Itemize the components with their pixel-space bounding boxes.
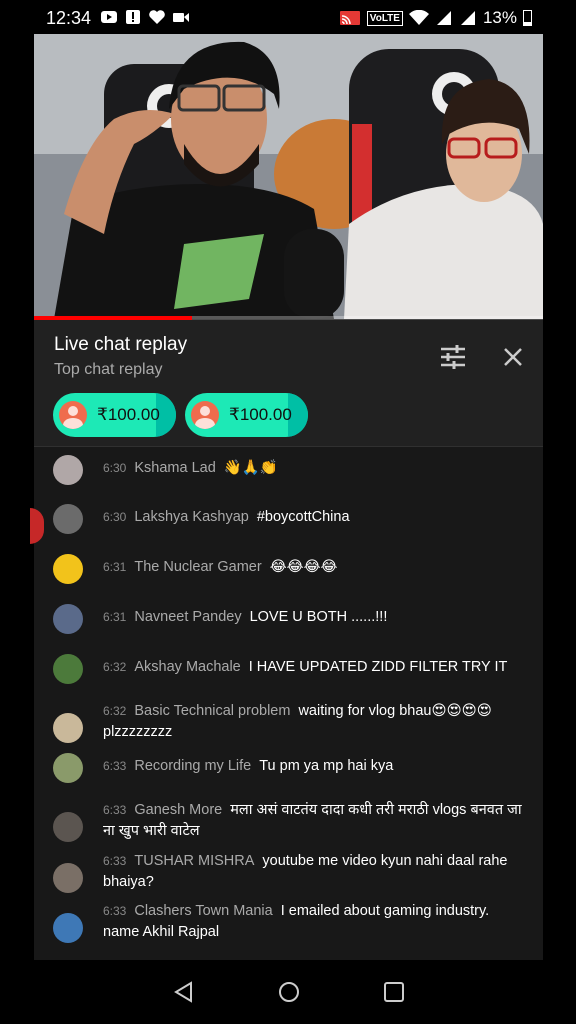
avatar[interactable] (53, 913, 83, 943)
wifi-icon (408, 10, 429, 25)
notification-icons (100, 9, 190, 25)
alert-icon (126, 10, 140, 24)
message-author[interactable]: Ganesh More (134, 802, 222, 818)
recents-icon[interactable] (382, 980, 406, 1004)
message-author[interactable]: TUSHAR MISHRA (134, 853, 254, 869)
avatar[interactable] (53, 753, 83, 783)
video-player[interactable] (34, 34, 543, 319)
system-nav-bar (0, 960, 576, 1024)
avatar[interactable] (53, 554, 83, 584)
message-body: 😂😂😂😂 (269, 559, 338, 575)
super-chat-amount: ₹100.00 (229, 405, 292, 424)
message-time: 6:31 (103, 560, 127, 574)
avatar (191, 401, 219, 429)
message-time: 6:32 (103, 704, 127, 718)
message-body: LOVE U BOTH ......!!! (249, 609, 388, 625)
message-author[interactable]: Recording my Life (134, 758, 251, 774)
home-icon[interactable] (277, 980, 301, 1004)
cast-icon (339, 11, 360, 25)
message-time: 6:33 (103, 904, 127, 918)
chat-message-text: 6:31 The Nuclear Gamer 😂😂😂😂 (103, 557, 523, 578)
chat-message-text: 6:32 Basic Technical problem waiting for v… (103, 701, 523, 743)
message-author[interactable]: Clashers Town Mania (134, 903, 272, 919)
message-author[interactable]: Lakshya Kashyap (134, 509, 248, 525)
message-author[interactable]: The Nuclear Gamer (134, 559, 261, 575)
volte-badge: VoLTE (366, 10, 403, 26)
message-body: I HAVE UPDATED ZIDD FILTER TRY IT (248, 659, 508, 675)
message-author[interactable]: Kshama Lad (134, 460, 215, 476)
chat-message-text: 6:31 Navneet Pandey LOVE U BOTH ......!!! (103, 607, 523, 628)
avatar[interactable] (53, 654, 83, 684)
back-icon[interactable] (172, 980, 196, 1004)
message-time: 6:31 (103, 610, 127, 624)
chat-message-text: 6:30 Lakshya Kashyap #boycottChina (103, 507, 523, 528)
close-icon[interactable] (498, 342, 528, 372)
avatar[interactable] (53, 455, 83, 485)
status-time: 12:34 (46, 8, 92, 28)
message-time: 6:33 (103, 854, 127, 868)
super-chat-amount: ₹100.00 (97, 405, 160, 424)
chat-header: Live chat replay Top chat replay ₹100.00… (34, 320, 543, 447)
message-author[interactable]: Akshay Machale (134, 659, 240, 675)
chat-message-text: 6:33 Ganesh More मला असं वाटतंय दादा कधी त… (103, 800, 523, 842)
message-body: #boycottChina (256, 509, 350, 525)
chat-message-text: 6:33 Clashers Town Mania I emailed about g… (103, 901, 523, 943)
message-time: 6:30 (103, 461, 127, 475)
chat-message-text: 6:33 Recording my Life Tu pm ya mp hai kya (103, 756, 523, 777)
avatar (59, 401, 87, 429)
message-time: 6:30 (103, 510, 127, 524)
avatar[interactable] (53, 604, 83, 634)
youtube-icon (101, 11, 117, 23)
screen: 12:34 VoLTE 13% Live chat replay Top cha… (0, 0, 576, 1024)
avatar[interactable] (53, 863, 83, 893)
message-body: Tu pm ya mp hai kya (259, 758, 394, 774)
video-camera-icon (173, 13, 189, 22)
message-body: 👋🙏👏 (223, 460, 278, 476)
live-chat-panel: Live chat replay Top chat replay ₹100.00… (34, 320, 543, 960)
message-author[interactable]: Basic Technical problem (134, 703, 290, 719)
battery-icon (523, 10, 532, 26)
status-right: VoLTE 13% (339, 8, 532, 28)
battery-percent: 13% (482, 8, 517, 27)
chat-message-text: 6:32 Akshay Machale I HAVE UPDATED ZIDD FI… (103, 657, 523, 678)
chat-mode-dropdown[interactable]: Top chat replay (54, 361, 163, 379)
avatar[interactable] (53, 713, 83, 743)
chat-message-text: 6:30 Kshama Lad 👋🙏👏 (103, 458, 523, 479)
signal-icon (460, 11, 475, 25)
message-time: 6:33 (103, 803, 127, 817)
super-chat-chip[interactable]: ₹100.00 (185, 393, 308, 437)
message-time: 6:32 (103, 660, 127, 674)
video-frame (34, 34, 543, 319)
avatar[interactable] (53, 812, 83, 842)
tune-icon[interactable] (438, 342, 468, 372)
status-bar: 12:34 VoLTE 13% (0, 0, 576, 34)
heart-icon (149, 10, 165, 24)
message-author[interactable]: Navneet Pandey (134, 609, 241, 625)
signal-icon (436, 11, 451, 25)
avatar[interactable] (53, 504, 83, 534)
super-chat-chip[interactable]: ₹100.00 (53, 393, 176, 437)
message-time: 6:33 (103, 759, 127, 773)
chat-message-text: 6:33 TUSHAR MISHRA youtube me video kyun n… (103, 851, 523, 893)
chat-title: Live chat replay (54, 334, 188, 355)
